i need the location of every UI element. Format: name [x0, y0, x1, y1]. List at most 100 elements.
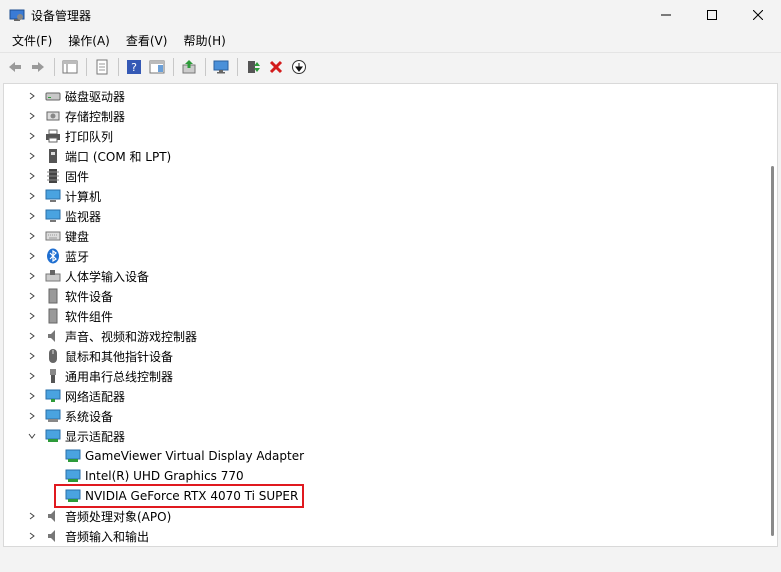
scan-hardware-monitor-icon — [213, 60, 229, 73]
device-manager-window: 设备管理器 文件(F) 操作(A) 查看(V) 帮助(H) ? 磁盘驱动器 存储… — [0, 0, 781, 572]
expand-chevron-icon[interactable] — [24, 106, 40, 126]
tree-item-sound-video-game[interactable]: 声音、视频和游戏控制器 — [24, 326, 197, 346]
expand-chevron-icon[interactable] — [24, 346, 40, 366]
human-interface-device-icon — [45, 268, 61, 284]
status-bar — [0, 548, 781, 572]
device-tree[interactable]: 磁盘驱动器 存储控制器 打印队列 端口 (COM 和 LPT) 固件 计算机 监… — [3, 83, 778, 547]
show-hide-console-tree-button[interactable] — [59, 56, 81, 78]
expand-chevron-icon[interactable] — [24, 126, 40, 146]
expand-chevron-icon[interactable] — [24, 246, 40, 266]
speaker-icon — [45, 508, 61, 524]
expand-chevron-icon[interactable] — [24, 526, 40, 546]
collapse-chevron-icon[interactable] — [24, 426, 40, 446]
tree-item-audio-processing-objects[interactable]: 音频处理对象(APO) — [24, 506, 171, 526]
disable-device-button[interactable] — [288, 56, 310, 78]
software-component-icon — [45, 308, 61, 324]
expand-chevron-icon[interactable] — [24, 366, 40, 386]
expand-chevron-icon[interactable] — [24, 226, 40, 246]
display-adapter-card-icon — [65, 468, 81, 484]
expand-chevron-icon[interactable] — [24, 306, 40, 326]
help-button[interactable]: ? — [123, 56, 145, 78]
expand-chevron-icon[interactable] — [24, 406, 40, 426]
expand-chevron-icon[interactable] — [24, 286, 40, 306]
speaker-icon — [45, 528, 61, 544]
tree-item-disk-drives[interactable]: 磁盘驱动器 — [24, 86, 125, 106]
expand-chevron-icon[interactable] — [24, 326, 40, 346]
update-driver-icon — [182, 59, 196, 73]
tree-item-gameviewer-adapter[interactable]: GameViewer Virtual Display Adapter — [60, 446, 304, 466]
maximize-button[interactable] — [689, 0, 735, 30]
tree-item-intel-uhd-770[interactable]: Intel(R) UHD Graphics 770 — [60, 466, 244, 486]
tree-item-system-devices[interactable]: 系统设备 — [24, 406, 113, 426]
disable-down-arrow-icon — [292, 59, 306, 74]
storage-controller-icon — [45, 108, 61, 124]
menu-help[interactable]: 帮助(H) — [175, 30, 233, 52]
expand-chevron-icon[interactable] — [24, 386, 40, 406]
close-button[interactable] — [735, 0, 781, 30]
tree-item-mice[interactable]: 鼠标和其他指针设备 — [24, 346, 173, 366]
properties-icon — [96, 59, 108, 74]
back-button[interactable] — [4, 56, 26, 78]
tree-item-software-components[interactable]: 软件组件 — [24, 306, 113, 326]
svg-text:?: ? — [131, 61, 137, 74]
properties-button[interactable] — [91, 56, 113, 78]
menu-view[interactable]: 查看(V) — [118, 30, 176, 52]
display-adapter-card-icon — [65, 488, 81, 504]
console-tree-icon — [62, 60, 78, 73]
tree-item-ports[interactable]: 端口 (COM 和 LPT) — [24, 146, 171, 166]
tree-item-firmware[interactable]: 固件 — [24, 166, 89, 186]
tree-item-nvidia-rtx-4070-ti-super[interactable]: NVIDIA GeForce RTX 4070 Ti SUPER — [54, 484, 305, 508]
action-pane-button[interactable] — [146, 56, 168, 78]
toolbar-separator — [118, 57, 119, 76]
expand-chevron-icon[interactable] — [24, 146, 40, 166]
tree-item-network-adapters[interactable]: 网络适配器 — [24, 386, 125, 406]
menu-action[interactable]: 操作(A) — [60, 30, 118, 52]
expand-chevron-icon[interactable] — [24, 206, 40, 226]
back-arrow-icon — [9, 61, 21, 72]
vertical-scrollbar[interactable] — [765, 84, 777, 546]
window-title: 设备管理器 — [31, 8, 92, 23]
scrollbar-thumb[interactable] — [771, 166, 774, 536]
tree-item-keyboards[interactable]: 键盘 — [24, 226, 89, 246]
menu-file[interactable]: 文件(F) — [4, 30, 60, 52]
expand-chevron-icon[interactable] — [24, 186, 40, 206]
toolbar-separator — [173, 57, 174, 76]
tree-item-display-adapters[interactable]: 显示适配器 — [24, 426, 125, 446]
toolbar: ? — [0, 52, 781, 80]
tree-item-bluetooth[interactable]: 蓝牙 — [24, 246, 89, 266]
toolbar-separator — [205, 57, 206, 76]
tree-item-usb-controllers[interactable]: 通用串行总线控制器 — [24, 366, 173, 386]
tree-item-monitors[interactable]: 监视器 — [24, 206, 101, 226]
minimize-icon — [661, 14, 671, 16]
system-device-icon — [45, 408, 61, 424]
action-pane-icon — [149, 60, 165, 73]
forward-button[interactable] — [27, 56, 49, 78]
tree-item-hid[interactable]: 人体学输入设备 — [24, 266, 149, 286]
toolbar-separator — [54, 57, 55, 76]
minimize-button[interactable] — [643, 0, 689, 30]
window-controls — [643, 0, 781, 30]
tree-item-software-devices[interactable]: 软件设备 — [24, 286, 113, 306]
tree-item-audio-inputs-outputs[interactable]: 音频输入和输出 — [24, 526, 149, 546]
toolbar-separator — [237, 57, 238, 76]
software-device-icon — [45, 288, 61, 304]
display-adapter-card-icon — [65, 448, 81, 464]
tree-item-storage-controllers[interactable]: 存储控制器 — [24, 106, 125, 126]
firmware-chip-icon — [45, 168, 61, 184]
close-icon — [753, 10, 763, 20]
usb-icon — [45, 368, 61, 384]
expand-chevron-icon[interactable] — [24, 506, 40, 526]
uninstall-device-button[interactable] — [265, 56, 287, 78]
tree-item-print-queues[interactable]: 打印队列 — [24, 126, 113, 146]
scan-hardware-button[interactable] — [210, 56, 232, 78]
expand-chevron-icon[interactable] — [24, 166, 40, 186]
expand-chevron-icon[interactable] — [24, 86, 40, 106]
tree-item-computer[interactable]: 计算机 — [24, 186, 101, 206]
update-driver-button[interactable] — [178, 56, 200, 78]
expand-chevron-icon[interactable] — [24, 266, 40, 286]
enable-device-icon — [248, 60, 260, 73]
display-adapter-icon — [45, 428, 61, 444]
enable-device-button[interactable] — [242, 56, 264, 78]
network-adapter-icon — [45, 388, 61, 404]
port-icon — [45, 148, 61, 164]
